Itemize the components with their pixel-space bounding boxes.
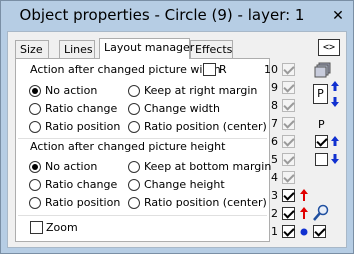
zoom-checkbox-box[interactable] bbox=[30, 221, 43, 234]
close-icon: ✕ bbox=[332, 8, 344, 24]
radio-dot[interactable] bbox=[128, 84, 140, 97]
radio-dot[interactable] bbox=[128, 160, 140, 173]
blue-down-arrow-icon bbox=[331, 97, 339, 107]
window-title: Object properties - Circle (9) - layer: … bbox=[19, 6, 305, 24]
option-label: No action bbox=[45, 84, 98, 97]
layer-number: 10 bbox=[264, 63, 278, 76]
blue-up-arrow-icon bbox=[331, 136, 339, 146]
option-label: Keep at bottom margin bbox=[144, 160, 272, 173]
width-option-change-width[interactable]: Change width bbox=[128, 102, 220, 115]
height-option-ratio-position[interactable]: Ratio position bbox=[29, 196, 120, 209]
layer-10-checkbox bbox=[282, 63, 295, 76]
width-option-ratio-position[interactable]: Ratio position bbox=[29, 120, 120, 133]
layout-manager-panel: Action after changed picture width R No … bbox=[15, 58, 271, 242]
layer-number: 1 bbox=[271, 225, 278, 238]
height-option-ratio-change[interactable]: Ratio change bbox=[29, 178, 117, 191]
layers-stack-icon[interactable] bbox=[314, 62, 332, 78]
blue-down-arrow-icon bbox=[331, 154, 339, 164]
layer-7-checkbox bbox=[282, 117, 295, 130]
radio-dot[interactable] bbox=[29, 178, 41, 191]
r-checkbox[interactable]: R bbox=[203, 63, 227, 76]
p-down-checkbox[interactable] bbox=[315, 153, 328, 166]
tab-lines[interactable]: Lines bbox=[59, 40, 95, 58]
layer-number: 4 bbox=[271, 171, 278, 184]
dialog-window: Object properties - Circle (9) - layer: … bbox=[0, 0, 354, 254]
width-option-ratio-position-center[interactable]: Ratio position (center) bbox=[128, 120, 267, 133]
red-up-arrow-icon bbox=[300, 207, 308, 219]
height-option-keep-bottom[interactable]: Keep at bottom margin bbox=[128, 160, 271, 173]
title-bar[interactable]: Object properties - Circle (9) - layer: … bbox=[1, 1, 353, 31]
radio-dot[interactable] bbox=[29, 84, 41, 97]
option-label: Ratio position (center) bbox=[144, 120, 267, 133]
option-label: Ratio position bbox=[45, 120, 121, 133]
nav-toggle-button[interactable]: <> bbox=[318, 39, 340, 56]
tab-effects[interactable]: Effects bbox=[190, 40, 233, 58]
radio-dot[interactable] bbox=[29, 160, 41, 173]
width-section-label: Action after changed picture width bbox=[30, 63, 221, 76]
radio-dot[interactable] bbox=[29, 102, 41, 115]
option-label: Change width bbox=[144, 102, 220, 115]
client-area: Size Lines Layout manager Effects Action… bbox=[7, 31, 347, 248]
option-label: No action bbox=[45, 160, 98, 173]
layer-number: 7 bbox=[271, 117, 278, 130]
layer-number: 9 bbox=[271, 81, 278, 94]
layer-number: 8 bbox=[271, 99, 278, 112]
option-label: Ratio position bbox=[45, 196, 121, 209]
r-checkbox-label: R bbox=[219, 63, 227, 76]
layer-1-extra-checkbox[interactable] bbox=[313, 225, 326, 238]
tab-layout-manager[interactable]: Layout manager bbox=[99, 38, 194, 59]
radio-dot[interactable] bbox=[128, 196, 140, 209]
r-checkbox-box[interactable] bbox=[203, 63, 216, 76]
layer-number: 6 bbox=[271, 135, 278, 148]
height-option-no-action[interactable]: No action bbox=[29, 160, 97, 173]
zoom-label: Zoom bbox=[46, 221, 78, 234]
layer-5-checkbox bbox=[282, 153, 295, 166]
red-up-arrow-icon bbox=[300, 189, 308, 201]
layer-1-checkbox[interactable] bbox=[282, 225, 295, 238]
section-divider bbox=[18, 215, 267, 216]
p-label: P bbox=[318, 118, 325, 131]
option-label: Keep at right margin bbox=[144, 84, 258, 97]
layer-8-checkbox bbox=[282, 99, 295, 112]
radio-dot[interactable] bbox=[128, 120, 140, 133]
height-option-change-height[interactable]: Change height bbox=[128, 178, 225, 191]
blue-up-arrow-icon bbox=[331, 81, 339, 91]
zoom-checkbox[interactable]: Zoom bbox=[30, 221, 78, 234]
width-option-no-action[interactable]: No action bbox=[29, 84, 97, 97]
layer-number: 2 bbox=[271, 207, 278, 220]
option-label: Ratio change bbox=[45, 178, 118, 191]
p-up-checkbox[interactable] bbox=[315, 135, 328, 148]
layer-4-checkbox bbox=[282, 171, 295, 184]
layer-3-checkbox[interactable] bbox=[282, 189, 295, 202]
option-label: Ratio position (center) bbox=[144, 196, 267, 209]
radio-dot[interactable] bbox=[128, 178, 140, 191]
layer-2-checkbox[interactable] bbox=[282, 207, 295, 220]
height-option-ratio-position-center[interactable]: Ratio position (center) bbox=[128, 196, 267, 209]
layer-9-checkbox bbox=[282, 81, 295, 94]
width-option-ratio-change[interactable]: Ratio change bbox=[29, 102, 117, 115]
width-option-keep-right[interactable]: Keep at right margin bbox=[128, 84, 257, 97]
radio-dot[interactable] bbox=[29, 120, 41, 133]
close-button[interactable]: ✕ bbox=[329, 7, 347, 25]
p-button[interactable]: P bbox=[313, 84, 328, 104]
layer-number: 3 bbox=[271, 189, 278, 202]
layer-number: 5 bbox=[271, 153, 278, 166]
option-label: Change height bbox=[144, 178, 225, 191]
radio-dot[interactable] bbox=[128, 102, 140, 115]
section-divider bbox=[18, 138, 267, 139]
blue-dot-icon bbox=[300, 228, 308, 236]
layer-6-checkbox bbox=[282, 135, 295, 148]
tab-size[interactable]: Size bbox=[15, 40, 49, 58]
option-label: Ratio change bbox=[45, 102, 118, 115]
magnifier-icon[interactable] bbox=[312, 204, 330, 222]
radio-dot[interactable] bbox=[29, 196, 41, 209]
height-section-label: Action after changed picture height bbox=[30, 140, 226, 153]
